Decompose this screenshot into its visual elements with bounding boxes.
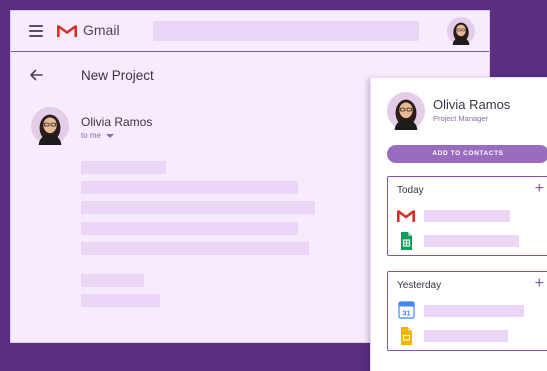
activity-item-bar[interactable] bbox=[424, 235, 519, 247]
google-sheets-icon[interactable] bbox=[396, 232, 416, 250]
recipient-details-toggle[interactable]: to me bbox=[81, 131, 115, 140]
activity-item-bar[interactable] bbox=[424, 210, 510, 222]
activity-section-yesterday: Yesterday + 31 bbox=[387, 271, 547, 351]
gmail-icon[interactable] bbox=[396, 207, 416, 225]
section-title: Today bbox=[397, 185, 424, 196]
add-to-contacts-button[interactable]: ADD TO CONTACTS bbox=[387, 145, 547, 163]
svg-text:31: 31 bbox=[402, 309, 410, 318]
google-calendar-icon[interactable]: 31 bbox=[396, 301, 416, 319]
email-body-line bbox=[81, 161, 166, 174]
hamburger-menu-icon[interactable] bbox=[29, 25, 43, 37]
activity-item-bar[interactable] bbox=[424, 305, 524, 317]
app-title: Gmail bbox=[83, 22, 120, 38]
email-body-line bbox=[81, 294, 160, 307]
gmail-header: Gmail bbox=[11, 11, 489, 52]
back-arrow-icon[interactable] bbox=[29, 69, 43, 81]
activity-item-bar[interactable] bbox=[424, 330, 508, 342]
contact-role: Project Manager bbox=[433, 114, 489, 123]
sender-avatar[interactable] bbox=[31, 107, 69, 145]
contact-avatar bbox=[387, 92, 425, 130]
search-bar[interactable] bbox=[153, 21, 419, 41]
recipient-label: to me bbox=[81, 131, 102, 140]
activity-section-today: Today + bbox=[387, 176, 547, 256]
email-body-line bbox=[81, 274, 144, 287]
email-body-line bbox=[81, 242, 309, 255]
email-subject: New Project bbox=[81, 68, 154, 83]
account-avatar[interactable] bbox=[447, 17, 475, 45]
caret-down-icon bbox=[106, 133, 115, 138]
email-body-line bbox=[81, 181, 298, 194]
gmail-logo-icon bbox=[57, 24, 77, 37]
add-icon[interactable]: + bbox=[535, 180, 544, 198]
section-title: Yesterday bbox=[397, 280, 442, 291]
add-icon[interactable]: + bbox=[535, 275, 544, 293]
sender-name[interactable]: Olivia Ramos bbox=[81, 115, 152, 129]
google-slides-icon[interactable] bbox=[396, 327, 416, 345]
email-body-line bbox=[81, 222, 298, 235]
contact-card: Olivia Ramos Project Manager ADD TO CONT… bbox=[370, 77, 547, 371]
email-body-line bbox=[81, 201, 315, 214]
contact-name: Olivia Ramos bbox=[433, 97, 511, 112]
